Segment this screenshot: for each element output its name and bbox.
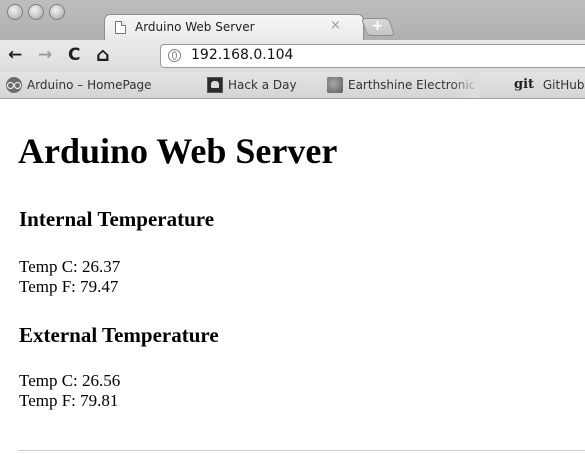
section-title-internal: Internal Temperature bbox=[19, 207, 215, 231]
external-temp-f: Temp F: 79.81 bbox=[19, 391, 119, 410]
zoom-window-button[interactable] bbox=[49, 4, 65, 20]
page-content: Arduino Web Server Internal Temperature … bbox=[0, 99, 585, 454]
bookmark-hack-a-day[interactable]: Hack a Day bbox=[207, 77, 297, 93]
bookmark-label: Hack a Day bbox=[228, 78, 297, 92]
new-tab-button[interactable]: + bbox=[360, 18, 396, 36]
bookmarks-bar: Arduino – HomePage Hack a Day Earthshine… bbox=[0, 72, 585, 99]
external-temp-c: Temp C: 26.56 bbox=[19, 371, 121, 390]
close-window-button[interactable] bbox=[7, 4, 23, 20]
forward-button[interactable]: → bbox=[38, 45, 52, 65]
section-title-external: External Temperature bbox=[19, 323, 219, 347]
home-button[interactable]: ⌂ bbox=[96, 45, 110, 65]
bookmark-github[interactable]: git GitHub bbox=[514, 77, 584, 93]
horizontal-rule bbox=[18, 450, 585, 451]
reload-button[interactable]: C bbox=[68, 45, 80, 65]
internal-temp-f: Temp F: 79.47 bbox=[19, 277, 119, 296]
earthshine-icon bbox=[327, 77, 343, 93]
hackaday-icon bbox=[207, 77, 223, 93]
tab-strip: Arduino Web Server × + bbox=[0, 0, 585, 41]
bookmark-label: GitHub bbox=[542, 78, 585, 92]
tab-title: Arduino Web Server bbox=[135, 20, 255, 34]
page-title: Arduino Web Server bbox=[18, 131, 338, 171]
plus-icon: + bbox=[371, 18, 384, 34]
bookmark-fade bbox=[450, 72, 480, 98]
git-icon: git bbox=[514, 77, 535, 92]
globe-icon bbox=[168, 49, 181, 62]
minimize-window-button[interactable] bbox=[28, 4, 44, 20]
bookmark-label: Arduino – HomePage bbox=[27, 78, 152, 92]
browser-window: Arduino Web Server × + ← → C ⌂ 192.168.0… bbox=[0, 0, 585, 454]
bookmark-arduino-homepage[interactable]: Arduino – HomePage bbox=[6, 77, 152, 93]
close-tab-icon[interactable]: × bbox=[330, 18, 341, 33]
tab-arduino-web-server[interactable]: Arduino Web Server × bbox=[104, 14, 364, 41]
navigation-toolbar: ← → C ⌂ 192.168.0.104 bbox=[0, 40, 585, 72]
internal-temp-c: Temp C: 26.37 bbox=[19, 257, 121, 276]
address-bar[interactable]: 192.168.0.104 bbox=[160, 44, 585, 68]
page-icon bbox=[115, 21, 126, 34]
arduino-icon bbox=[6, 77, 22, 93]
url-text[interactable]: 192.168.0.104 bbox=[191, 47, 293, 63]
back-button[interactable]: ← bbox=[8, 45, 22, 65]
